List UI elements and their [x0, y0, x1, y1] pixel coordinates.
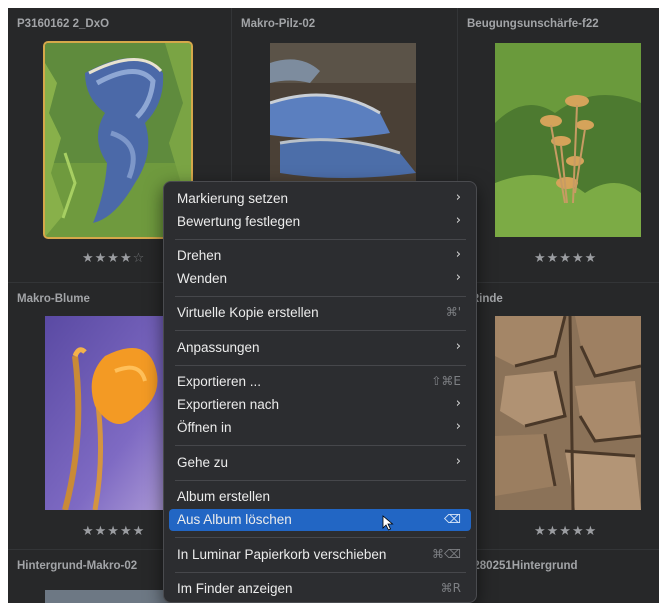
keyboard-shortcut: ⇧⌘E [431, 374, 461, 388]
chevron-right-icon: › [455, 339, 461, 354]
menu-item-label: Album erstellen [177, 489, 271, 504]
menu-item-papierkorb-verschieben[interactable]: In Luminar Papierkorb verschieben ⌘⌫ [169, 544, 471, 566]
thumbnail-cell[interactable]: 3280251Hintergrund [458, 550, 659, 603]
thumbnail-title: Hintergrund-Makro-02 [17, 560, 138, 572]
menu-separator [175, 239, 466, 240]
menu-item-aus-album-loeschen[interactable]: Aus Album löschen ⌫ [169, 509, 471, 531]
menu-item-label: Wenden [177, 271, 228, 286]
menu-item-album-erstellen[interactable]: Album erstellen [169, 486, 471, 508]
menu-item-oeffnen-in[interactable]: Öffnen in › [169, 417, 471, 439]
chevron-right-icon: › [455, 190, 461, 205]
menu-item-exportieren[interactable]: Exportieren ... ⇧⌘E [169, 371, 471, 393]
menu-separator [175, 365, 466, 366]
menu-item-label: Gehe zu [177, 455, 229, 470]
menu-item-virtuelle-kopie[interactable]: Virtuelle Kopie erstellen ⌘' [169, 302, 471, 324]
menu-item-bewertung-festlegen[interactable]: Bewertung festlegen › [169, 211, 471, 233]
mouse-cursor-icon [382, 515, 394, 531]
menu-separator [175, 480, 466, 481]
thumbnail-cell[interactable]: -Rinde ★★★★★ [458, 283, 659, 549]
menu-separator [175, 330, 466, 331]
thumbnail-title: Makro-Pilz-02 [241, 18, 316, 30]
star-rating[interactable]: ★★★★★ [534, 524, 597, 539]
menu-item-label: In Luminar Papierkorb verschieben [177, 547, 387, 562]
thumbnail-image[interactable] [495, 316, 641, 510]
menu-item-label: Anpassungen [177, 340, 260, 355]
menu-item-label: Drehen [177, 248, 222, 263]
thumbnail-title: Beugungsunschärfe-f22 [467, 18, 599, 30]
menu-item-label: Virtuelle Kopie erstellen [177, 305, 319, 320]
menu-separator [175, 572, 466, 573]
menu-separator [175, 445, 466, 446]
menu-separator [175, 296, 466, 297]
menu-separator [175, 537, 466, 538]
star-rating[interactable]: ★★★★★ [534, 251, 597, 266]
thumbnail-title: 3280251Hintergrund [467, 560, 578, 572]
menu-item-label: Exportieren ... [177, 374, 262, 389]
menu-item-im-finder-anzeigen[interactable]: Im Finder anzeigen ⌘R [169, 578, 471, 600]
keyboard-shortcut: ⌘R [440, 581, 461, 595]
delete-key-icon: ⌫ [444, 512, 461, 526]
chevron-right-icon: › [455, 396, 461, 411]
menu-item-drehen[interactable]: Drehen › [169, 245, 471, 267]
thumbnail-cell[interactable]: Beugungsunschärfe-f22 ★★★★★ [458, 8, 659, 282]
star-rating[interactable]: ★★★★☆ [82, 251, 145, 266]
keyboard-shortcut: ⌘⌫ [432, 547, 461, 561]
menu-item-label: Bewertung festlegen [177, 214, 301, 229]
chevron-right-icon: › [455, 247, 461, 262]
thumbnail-title: P3160162 2_DxO [17, 18, 110, 30]
menu-item-label: Öffnen in [177, 420, 232, 435]
thumbnail-image[interactable] [270, 43, 416, 193]
thumbnail-title: Makro-Blume [17, 293, 90, 305]
thumbnail-image[interactable] [495, 43, 641, 237]
chevron-right-icon: › [455, 213, 461, 228]
star-rating[interactable]: ★★★★★ [82, 524, 145, 539]
menu-item-exportieren-nach[interactable]: Exportieren nach › [169, 394, 471, 416]
menu-item-wenden[interactable]: Wenden › [169, 268, 471, 290]
menu-item-gehe-zu[interactable]: Gehe zu › [169, 452, 471, 474]
menu-item-label: Markierung setzen [177, 191, 289, 206]
menu-item-label: Im Finder anzeigen [177, 581, 293, 596]
menu-item-label: Aus Album löschen [177, 512, 292, 527]
menu-item-markierung-setzen[interactable]: Markierung setzen › [169, 188, 471, 210]
menu-item-anpassungen[interactable]: Anpassungen › [169, 337, 471, 359]
keyboard-shortcut: ⌘' [445, 305, 461, 319]
context-menu: Markierung setzen › Bewertung festlegen … [163, 181, 477, 603]
chevron-right-icon: › [455, 454, 461, 469]
menu-item-label: Exportieren nach [177, 397, 280, 412]
chevron-right-icon: › [455, 419, 461, 434]
chevron-right-icon: › [455, 270, 461, 285]
